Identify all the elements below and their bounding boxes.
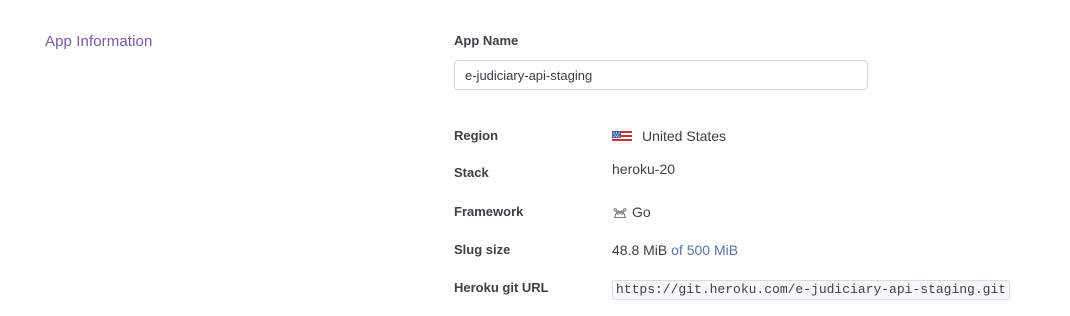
slug-size-label: Slug size xyxy=(454,242,511,257)
framework-row: Framework Go xyxy=(454,201,1054,223)
app-name-input[interactable] xyxy=(454,60,868,90)
git-url-value: https://git.heroku.com/e-judiciary-api-s… xyxy=(612,277,1011,300)
us-flag-icon xyxy=(612,129,632,143)
slug-size-limit: of 500 MiB xyxy=(671,242,739,258)
region-label: Region xyxy=(454,128,499,143)
git-url-code[interactable]: https://git.heroku.com/e-judiciary-api-s… xyxy=(612,280,1011,300)
framework-value: Go xyxy=(612,201,651,223)
git-url-row: Heroku git URL https://git.heroku.com/e-… xyxy=(454,277,1054,300)
region-text: United States xyxy=(642,128,727,144)
slug-size-text: 48.8 MiB xyxy=(612,242,668,258)
stack-row: Stack heroku-20 xyxy=(454,161,1054,184)
framework-label: Framework xyxy=(454,204,524,219)
stack-label: Stack xyxy=(454,165,489,180)
section-title: App Information xyxy=(45,33,153,50)
stack-value: heroku-20 xyxy=(612,161,676,177)
git-url-label: Heroku git URL xyxy=(454,280,549,295)
slug-size-row: Slug size 48.8 MiB of 500 MiB xyxy=(454,239,1054,261)
region-row: Region United States xyxy=(454,125,1054,147)
region-value: United States xyxy=(612,125,726,147)
app-name-label: App Name xyxy=(454,33,519,48)
framework-text: Go xyxy=(632,204,651,220)
slug-size-value: 48.8 MiB of 500 MiB xyxy=(612,239,738,261)
go-gopher-icon xyxy=(612,203,628,218)
app-information-panel: App Information App Name Region xyxy=(0,0,1070,316)
